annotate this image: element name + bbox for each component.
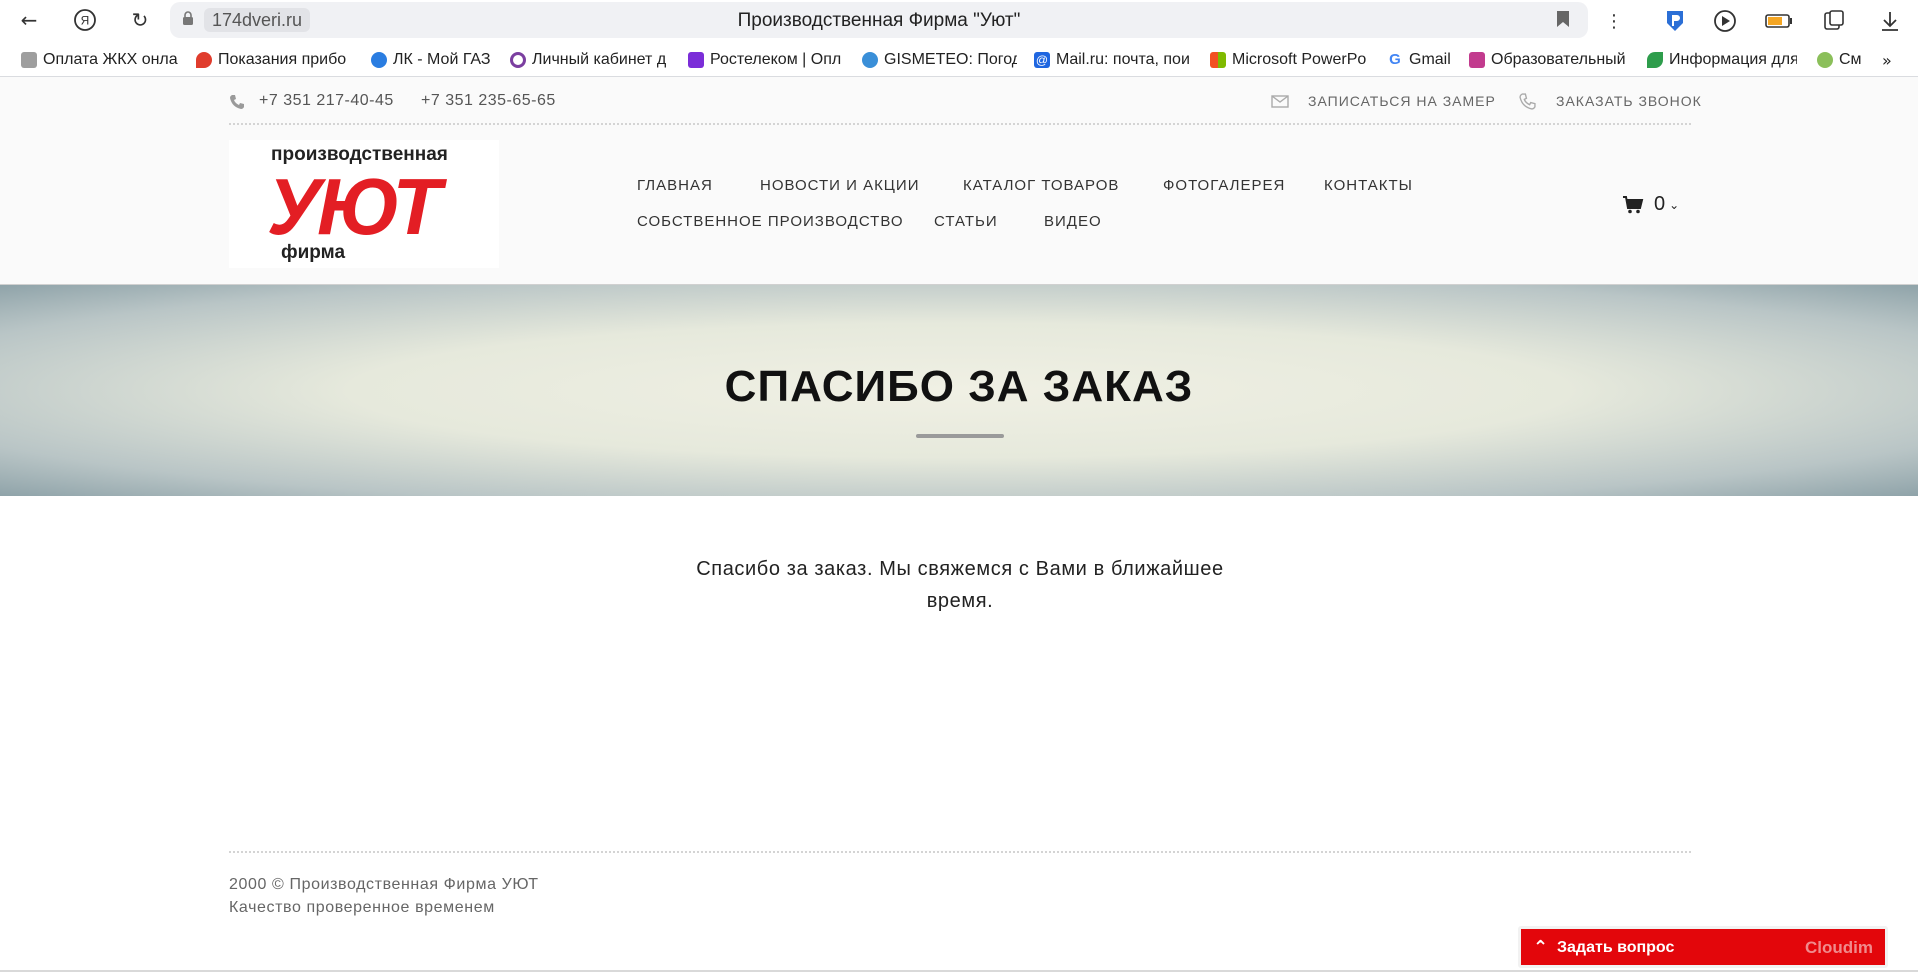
address-bar[interactable]: 174dveri.ru Производственная Фирма "Уют" bbox=[170, 2, 1588, 38]
footer-slogan: Качество проверенное временем bbox=[229, 899, 495, 916]
header-divider bbox=[229, 123, 1691, 125]
company-logo[interactable]: производственная УЮТ фирма bbox=[229, 140, 499, 268]
title-underline bbox=[916, 434, 1004, 438]
weather-icon bbox=[862, 52, 878, 68]
phone-icon bbox=[230, 95, 244, 109]
callback-phone-icon bbox=[1519, 93, 1536, 110]
chevron-down-icon: ⌄ bbox=[1669, 197, 1680, 212]
yandex-icon[interactable]: Я bbox=[71, 6, 99, 34]
nav-production[interactable]: СОБСТВЕННОЕ ПРОИЗВОДСТВО bbox=[637, 213, 904, 230]
chevron-up-icon: ⌃ bbox=[1533, 937, 1549, 958]
ring-icon bbox=[510, 52, 526, 68]
bookmark-flag-icon[interactable] bbox=[1556, 10, 1570, 33]
bookmark-item[interactable]: GISMETEO: Погод bbox=[862, 48, 1017, 72]
nav-articles[interactable]: СТАТЬИ bbox=[934, 213, 998, 230]
extension-shield-icon[interactable] bbox=[1661, 7, 1689, 35]
envelope-icon bbox=[1271, 95, 1289, 108]
svg-text:фирма: фирма bbox=[281, 242, 345, 263]
tree-icon bbox=[1817, 52, 1833, 68]
download-icon[interactable] bbox=[1876, 7, 1904, 35]
bookmark-item[interactable]: G Gmail bbox=[1387, 48, 1455, 72]
bookmark-item[interactable]: ЛК - Мой ГАЗ bbox=[371, 48, 495, 72]
windows-icon bbox=[1210, 52, 1226, 68]
battery-icon[interactable] bbox=[1765, 7, 1793, 35]
back-arrow-icon[interactable]: ← bbox=[15, 6, 43, 34]
reload-icon[interactable]: ↻ bbox=[126, 6, 154, 34]
bookmarks-bar: Оплата ЖКХ онла Показания прибо ЛК - Мой… bbox=[0, 44, 1918, 76]
nav-home[interactable]: ГЛАВНАЯ bbox=[637, 177, 713, 194]
bookmark-item[interactable]: См bbox=[1817, 48, 1869, 72]
at-icon: @ bbox=[1034, 52, 1050, 68]
bookmark-item[interactable]: Microsoft PowerPo bbox=[1210, 48, 1370, 72]
cart-button[interactable]: 0 ⌄ bbox=[1622, 193, 1679, 216]
nav-video[interactable]: ВИДЕО bbox=[1044, 213, 1102, 230]
nav-contacts[interactable]: КОНТАКТЫ bbox=[1324, 177, 1413, 194]
cart-icon bbox=[1623, 195, 1644, 213]
phone-number[interactable]: +7 351 235-65-65 bbox=[421, 92, 556, 110]
page-title: СПАСИБО ЗА ЗАКАЗ bbox=[724, 362, 1194, 411]
nav-news[interactable]: НОВОСТИ И АКЦИИ bbox=[760, 177, 919, 194]
phone-number[interactable]: +7 351 217-40-45 bbox=[259, 92, 394, 110]
more-bookmarks-chevron-icon[interactable]: » bbox=[1882, 48, 1902, 72]
collections-icon[interactable] bbox=[1820, 7, 1848, 35]
order-callback-link[interactable]: ЗАКАЗАТЬ ЗВОНОК bbox=[1556, 93, 1702, 109]
thank-you-message: Спасибо за заказ. Мы свяжемся с Вами в б… bbox=[696, 558, 1224, 612]
measure-signup-link[interactable]: ЗАПИСАТЬСЯ НА ЗАМЕР bbox=[1308, 93, 1496, 109]
school-icon bbox=[1469, 52, 1485, 68]
logo-graphic: производственная УЮТ фирма bbox=[267, 144, 451, 263]
footer-divider bbox=[229, 851, 1691, 853]
flame-icon bbox=[371, 52, 387, 68]
nav-catalog[interactable]: КАТАЛОГ ТОВАРОВ bbox=[963, 177, 1119, 194]
cloudim-brand: Cloudim bbox=[1805, 938, 1873, 957]
bookmark-item[interactable]: @ Mail.ru: почта, пои bbox=[1034, 48, 1194, 72]
tab-title: Производственная Фирма "Уют" bbox=[737, 10, 1021, 31]
nav-gallery[interactable]: ФОТОГАЛЕРЕЯ bbox=[1163, 177, 1285, 194]
drop-icon bbox=[196, 52, 212, 68]
document-icon bbox=[21, 52, 37, 68]
bookmark-item[interactable]: Информация для bbox=[1647, 48, 1797, 72]
svg-text:УЮТ: УЮТ bbox=[267, 162, 447, 251]
menu-dots-icon[interactable]: ⋮ bbox=[1600, 7, 1628, 35]
ask-question-widget[interactable]: ⌃ Задать вопрос Cloudim bbox=[1518, 926, 1888, 968]
browser-toolbar: ← Я ↻ 174dveri.ru Производственная Фирма… bbox=[0, 0, 1918, 40]
leaf-icon bbox=[1647, 52, 1663, 68]
bookmark-item[interactable]: Личный кабинет д bbox=[510, 48, 670, 72]
google-icon: G bbox=[1389, 51, 1401, 68]
footer-copyright: 2000 © Производственная Фирма УЮТ bbox=[229, 876, 539, 893]
cart-count: 0 bbox=[1654, 193, 1666, 215]
bookmark-item[interactable]: Образовательный bbox=[1469, 48, 1631, 72]
media-play-icon[interactable] bbox=[1711, 7, 1739, 35]
rostelecom-icon bbox=[688, 52, 704, 68]
bookmark-item[interactable]: Ростелеком | Опл bbox=[688, 48, 844, 72]
bookmark-item[interactable]: Показания прибо bbox=[196, 48, 354, 72]
bookmark-item[interactable]: Оплата ЖКХ онла bbox=[21, 48, 178, 72]
svg-text:Я: Я bbox=[81, 14, 90, 28]
ask-question-label: Задать вопрос bbox=[1557, 939, 1675, 956]
